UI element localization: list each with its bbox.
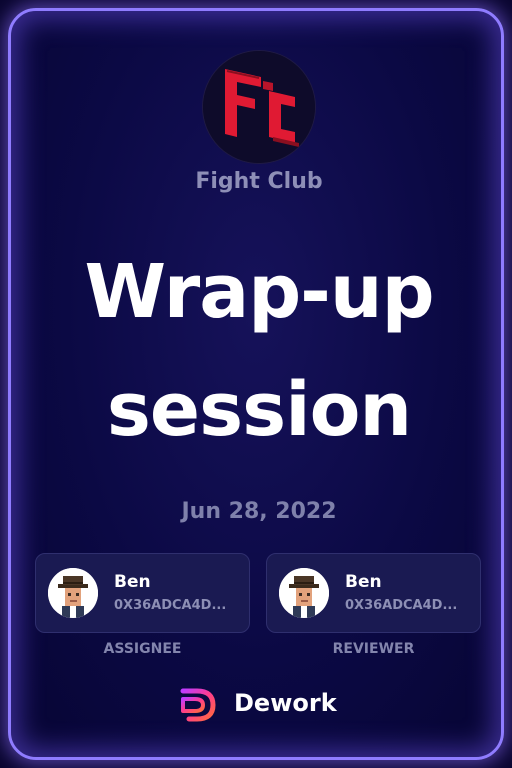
assignee-avatar	[48, 568, 98, 618]
task-card: Fight Club Wrap-up session Jun 28, 2022	[8, 8, 504, 760]
task-date: Jun 28, 2022	[181, 499, 337, 524]
organization-name: Fight Club	[195, 169, 323, 194]
reviewer-address: 0X36ADCA4D...	[345, 598, 458, 613]
reviewer-card[interactable]: Ben 0X36ADCA4D...	[266, 553, 481, 633]
task-title-line-2: session	[106, 367, 412, 453]
assignee-name: Ben	[114, 572, 151, 592]
assignee-role-label: ASSIGNEE	[103, 641, 182, 657]
reviewer-avatar	[279, 568, 329, 618]
pixel-avatar-icon	[279, 568, 329, 618]
task-title-line-1: Wrap-up	[84, 249, 434, 335]
pixel-avatar-icon	[48, 568, 98, 618]
fight-club-logo	[203, 51, 315, 163]
task-title: Wrap-up session	[11, 233, 501, 469]
reviewer-name: Ben	[345, 572, 382, 592]
assignee-address: 0X36ADCA4D...	[114, 598, 227, 613]
dework-brand-name: Dework	[234, 689, 337, 717]
dework-logo-icon	[180, 688, 216, 722]
reviewer-role-label: REVIEWER	[332, 641, 415, 657]
dework-brand[interactable]: Dework	[179, 685, 349, 725]
assignee-card[interactable]: Ben 0X36ADCA4D...	[35, 553, 250, 633]
